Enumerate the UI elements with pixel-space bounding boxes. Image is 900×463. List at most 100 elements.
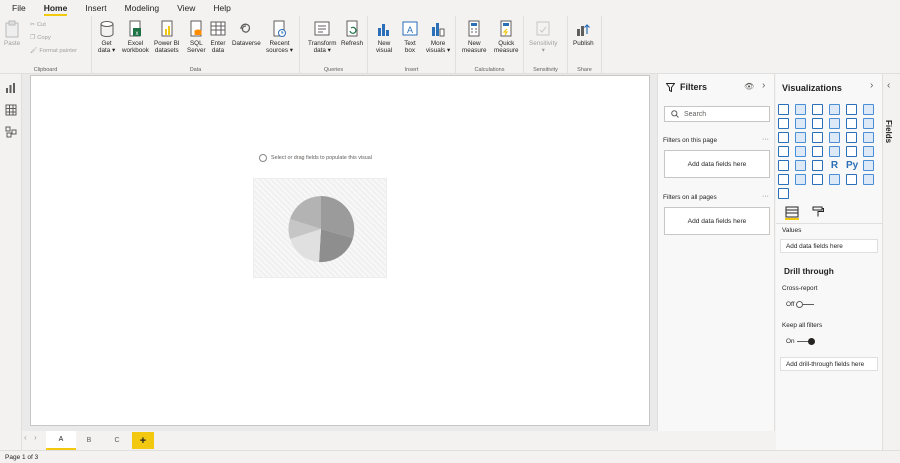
100-stacked-column-icon[interactable] bbox=[863, 104, 874, 115]
power-automate-icon[interactable] bbox=[778, 188, 789, 199]
card-icon[interactable] bbox=[846, 146, 857, 157]
scatter-icon[interactable] bbox=[812, 132, 823, 143]
publish-button[interactable]: Publish bbox=[573, 20, 594, 47]
decomposition-tree-icon[interactable] bbox=[778, 174, 789, 185]
refresh-button[interactable]: Refresh bbox=[341, 20, 363, 47]
new-measure-button[interactable]: New measure bbox=[462, 20, 487, 54]
enter-data-button[interactable]: Enter data bbox=[210, 20, 226, 54]
area-chart-icon[interactable] bbox=[795, 118, 806, 129]
menu-help[interactable]: Help bbox=[213, 0, 230, 16]
filled-map-icon[interactable] bbox=[795, 146, 806, 157]
excel-workbook-button[interactable]: x Excel workbook bbox=[122, 20, 149, 54]
values-heading: Values bbox=[782, 227, 802, 234]
report-canvas[interactable]: Select or drag fields to populate this v… bbox=[30, 75, 650, 426]
pie-visual-placeholder[interactable] bbox=[253, 178, 387, 278]
clustered-column-icon[interactable] bbox=[829, 104, 840, 115]
filters-search-input[interactable]: Search bbox=[664, 106, 770, 122]
100-stacked-bar-icon[interactable] bbox=[846, 104, 857, 115]
page-tab-c[interactable]: C bbox=[102, 431, 132, 450]
quick-measure-button[interactable]: Quick measure bbox=[494, 20, 519, 54]
line-column-icon[interactable] bbox=[829, 118, 840, 129]
slicer-icon[interactable] bbox=[795, 160, 806, 171]
drill-through-drop-zone[interactable]: Add drill-through fields here bbox=[780, 357, 878, 371]
format-tab[interactable] bbox=[811, 206, 825, 220]
sql-server-icon bbox=[190, 20, 202, 37]
page-tab-a[interactable]: A bbox=[46, 431, 76, 450]
filters-page-drop-zone[interactable]: Add data fields here bbox=[664, 150, 770, 178]
cross-report-state: Off bbox=[786, 301, 795, 308]
multi-row-card-icon[interactable] bbox=[863, 146, 874, 157]
recent-sources-button[interactable]: Recent sources ▾ bbox=[266, 20, 293, 54]
clustered-bar-icon[interactable] bbox=[812, 104, 823, 115]
power-apps-icon[interactable] bbox=[863, 174, 874, 185]
cut-button[interactable]: ✂ Cut bbox=[30, 22, 46, 28]
queries-group-label: Queries bbox=[323, 67, 344, 73]
svg-text:A: A bbox=[407, 25, 413, 35]
python-visual-icon[interactable]: Py bbox=[846, 160, 858, 171]
powerbi-datasets-button[interactable]: Power BI datasets bbox=[154, 20, 180, 54]
line-stacked-column-icon[interactable] bbox=[846, 118, 857, 129]
menu-insert[interactable]: Insert bbox=[85, 0, 106, 16]
transform-data-button[interactable]: Transform data ▾ bbox=[308, 20, 336, 54]
stacked-column-icon[interactable] bbox=[795, 104, 806, 115]
cross-report-toggle[interactable]: Off bbox=[786, 300, 815, 308]
get-data-button[interactable]: Get data ▾ bbox=[98, 20, 115, 54]
format-painter-button[interactable]: 🖌 Format painter bbox=[30, 48, 77, 54]
paste-button[interactable]: Paste bbox=[4, 20, 20, 47]
qa-icon[interactable] bbox=[795, 174, 806, 185]
sensitivity-group-label: Sensitivity bbox=[533, 67, 558, 73]
funnel-icon[interactable] bbox=[795, 132, 806, 143]
values-drop-zone[interactable]: Add data fields here bbox=[780, 239, 878, 253]
filters-all-more-icon[interactable]: ··· bbox=[762, 193, 769, 200]
report-view-icon[interactable] bbox=[5, 82, 17, 94]
kpi-icon[interactable] bbox=[778, 160, 789, 171]
table-visual-icon[interactable] bbox=[812, 160, 823, 171]
add-page-button[interactable]: + bbox=[132, 432, 154, 449]
ribbon-chart-icon[interactable] bbox=[863, 118, 874, 129]
dataverse-button[interactable]: Dataverse bbox=[232, 20, 261, 47]
get-data-label-2: data ▾ bbox=[98, 47, 116, 54]
treemap-icon[interactable] bbox=[863, 132, 874, 143]
keep-all-filters-toggle[interactable]: On bbox=[786, 337, 815, 345]
page-tab-b[interactable]: B bbox=[74, 431, 104, 450]
donut-icon[interactable] bbox=[846, 132, 857, 143]
sensitivity-button[interactable]: Sensitivity ▾ bbox=[529, 20, 557, 54]
stacked-area-icon[interactable] bbox=[812, 118, 823, 129]
prev-page-chevron-icon[interactable]: ‹ bbox=[24, 433, 27, 442]
fields-pane-collapsed[interactable]: ‹ Fields bbox=[882, 74, 900, 450]
new-visual-button[interactable]: New visual bbox=[376, 20, 392, 54]
enter-data-label-2: data bbox=[211, 47, 225, 54]
more-visuals-button[interactable]: More visuals ▾ bbox=[426, 20, 450, 54]
gauge-icon[interactable] bbox=[829, 146, 840, 157]
text-box-button[interactable]: A Text box bbox=[402, 20, 418, 54]
sensitivity-icon bbox=[536, 21, 550, 36]
collapse-viz-chevron-icon[interactable]: › bbox=[870, 80, 873, 91]
pie-icon[interactable] bbox=[829, 132, 840, 143]
copy-button[interactable]: ❐ Copy bbox=[30, 35, 51, 41]
waterfall-icon[interactable] bbox=[778, 132, 789, 143]
paginated-report-icon[interactable] bbox=[829, 174, 840, 185]
menu-view[interactable]: View bbox=[177, 0, 195, 16]
arcgis-icon[interactable] bbox=[846, 174, 857, 185]
menu-file[interactable]: File bbox=[12, 0, 26, 16]
stacked-bar-icon[interactable] bbox=[778, 104, 789, 115]
filters-page-more-icon[interactable]: ··· bbox=[762, 136, 769, 143]
smart-narrative-icon[interactable] bbox=[812, 174, 823, 185]
fields-well-tab[interactable] bbox=[785, 206, 799, 220]
expand-fields-chevron-icon[interactable]: ‹ bbox=[887, 80, 890, 91]
map-icon[interactable] bbox=[778, 146, 789, 157]
eye-icon[interactable]: 👁 bbox=[744, 82, 754, 91]
model-view-icon[interactable] bbox=[5, 126, 17, 138]
azure-map-icon[interactable] bbox=[812, 146, 823, 157]
r-visual-icon[interactable]: R bbox=[829, 160, 840, 171]
menu-home[interactable]: Home bbox=[43, 0, 67, 16]
menu-modeling[interactable]: Modeling bbox=[125, 0, 160, 16]
sql-server-button[interactable]: SQL Server bbox=[187, 20, 206, 54]
excel-icon: x bbox=[129, 20, 142, 37]
data-view-icon[interactable] bbox=[5, 104, 17, 116]
filters-all-drop-zone[interactable]: Add data fields here bbox=[664, 207, 770, 235]
line-chart-icon[interactable] bbox=[778, 118, 789, 129]
collapse-filters-chevron-icon[interactable]: › bbox=[762, 80, 765, 91]
next-page-chevron-icon[interactable]: › bbox=[34, 433, 37, 442]
key-influencers-icon[interactable] bbox=[863, 160, 874, 171]
